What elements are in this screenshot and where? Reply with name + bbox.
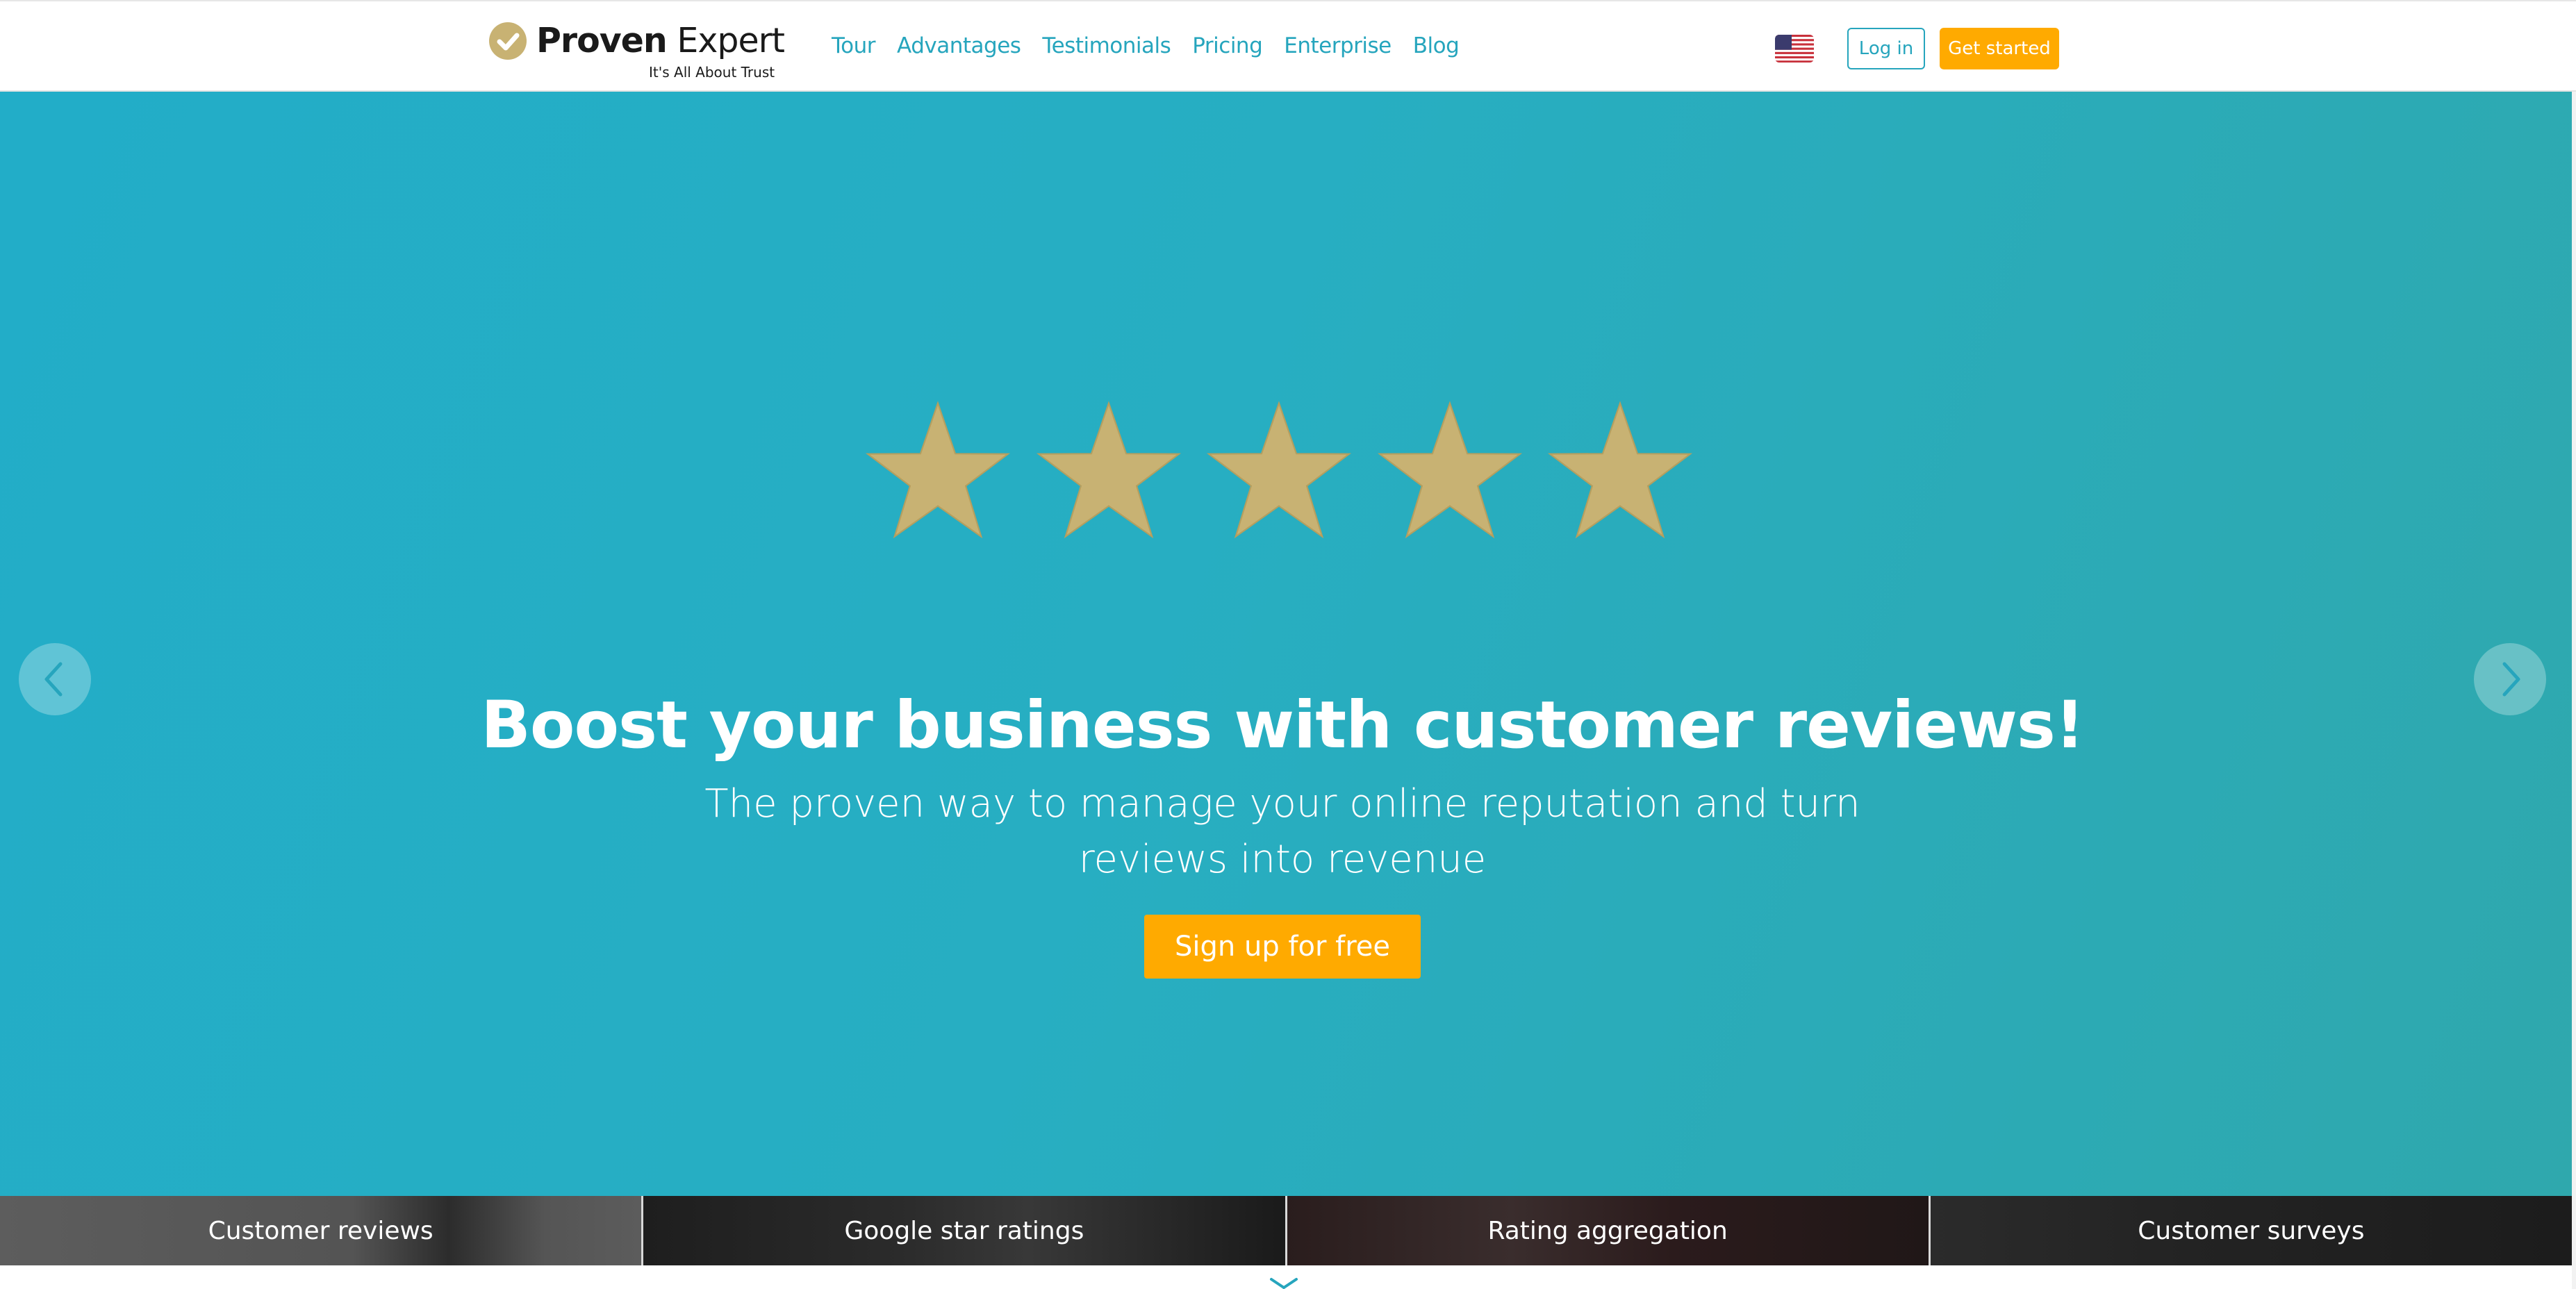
page: Proven Expert It's All About Trust Tour … [0,0,2576,1289]
hero-banner [0,92,2572,1196]
chevron-right-icon [2502,662,2520,697]
star-icon [1377,401,1523,539]
logo[interactable]: Proven Expert It's All About Trust [489,19,785,82]
nav-item-tour[interactable]: Tour [832,33,876,58]
site-header: Proven Expert It's All About Trust Tour … [0,0,2576,92]
scrollbar-track[interactable] [2572,92,2576,1289]
logo-wordmark: Proven Expert [536,19,785,63]
nav-item-enterprise[interactable]: Enterprise [1284,33,1392,58]
nav-item-testimonials[interactable]: Testimonials [1042,33,1171,58]
star-icon [1547,401,1693,539]
tab-customer-reviews[interactable]: Customer reviews [0,1196,644,1265]
signup-button[interactable]: Sign up for free [1144,915,1421,979]
hero-subline: The proven way to manage your online rep… [704,781,1860,882]
tab-rating-aggregation[interactable]: Rating aggregation [1287,1196,1931,1265]
nav-item-advantages[interactable]: Advantages [897,33,1021,58]
star-icon [865,401,1011,539]
logo-brand-light: Expert [677,21,785,60]
main-nav: Tour Advantages Testimonials Pricing Ent… [832,29,1480,63]
chevron-down-icon[interactable] [1263,1276,1305,1289]
tab-google-star-ratings[interactable]: Google star ratings [643,1196,1287,1265]
carousel-prev-button[interactable] [19,643,91,715]
checkmark-badge-icon [489,22,527,60]
get-started-button[interactable]: Get started [1940,28,2059,69]
nav-item-pricing[interactable]: Pricing [1192,33,1263,58]
tab-label: Google star ratings [844,1216,1084,1245]
rating-stars [864,400,1698,539]
feature-tabs: Customer reviews Google star ratings Rat… [0,1196,2572,1265]
nav-item-blog[interactable]: Blog [1413,33,1460,58]
us-flag-icon[interactable] [1775,35,1814,63]
star-icon [1206,401,1352,539]
logo-brand-bold: Proven [536,21,668,60]
tab-label: Customer reviews [208,1216,434,1245]
login-button[interactable]: Log in [1847,28,1925,69]
tab-customer-surveys[interactable]: Customer surveys [1930,1196,2572,1265]
chevron-left-icon [44,662,63,697]
logo-tagline: It's All About Trust [649,64,775,81]
hero-headline: Boost your business with customer review… [481,688,2085,763]
star-icon [1036,401,1182,539]
tab-label: Rating aggregation [1487,1216,1728,1245]
carousel-next-button[interactable] [2474,643,2546,715]
tab-label: Customer surveys [2138,1216,2365,1245]
